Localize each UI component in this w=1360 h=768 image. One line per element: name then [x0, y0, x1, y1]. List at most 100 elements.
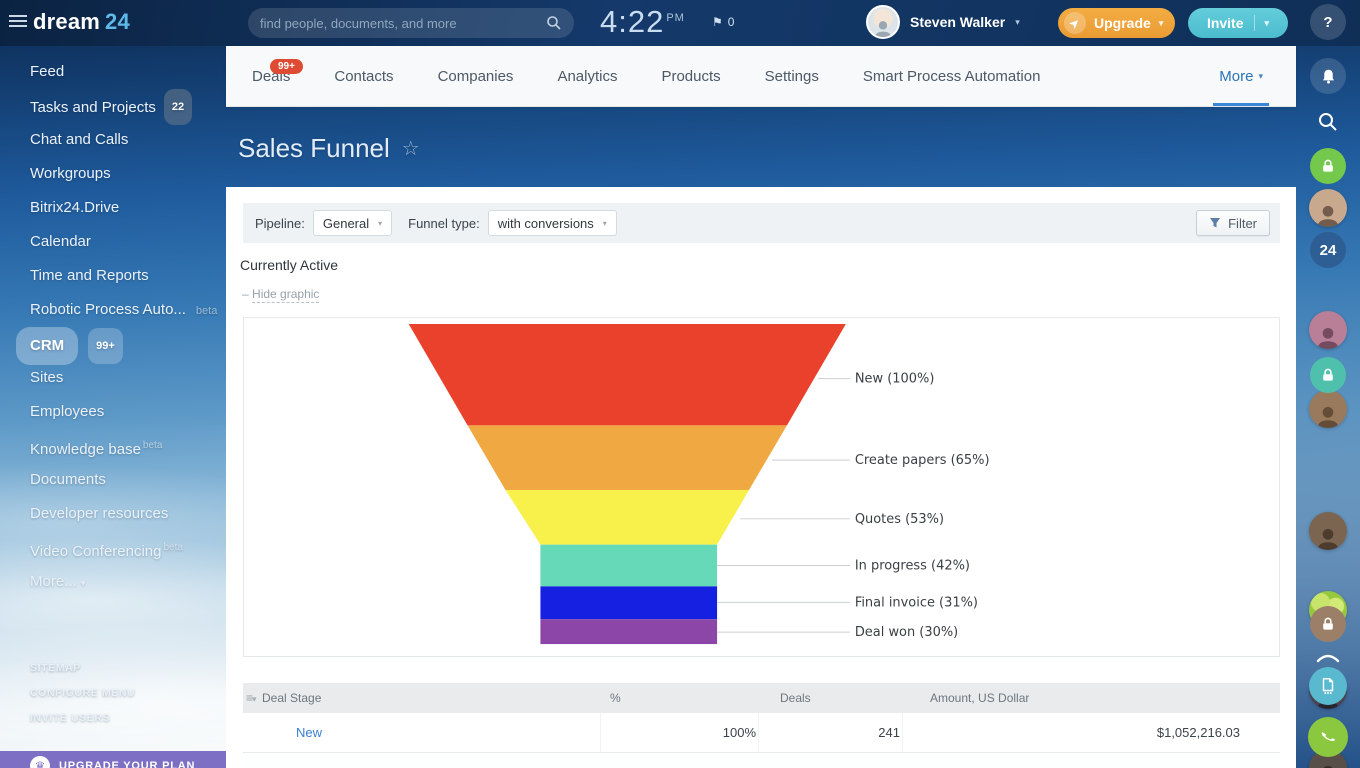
- avatar[interactable]: [1309, 512, 1347, 550]
- sidebar-item-knowledge-base[interactable]: Knowledge basebeta: [30, 429, 226, 463]
- hamburger-menu-icon[interactable]: [9, 15, 27, 29]
- search-rail-icon[interactable]: [1317, 111, 1339, 133]
- sidebar-item-tasks[interactable]: Tasks and Projects22: [30, 89, 226, 123]
- chevron-down-icon: ▾: [81, 578, 86, 588]
- user-avatar[interactable]: [866, 5, 900, 39]
- sidebar-item-time-reports[interactable]: Time and Reports: [30, 259, 226, 293]
- table-settings-icon[interactable]: ≡▾: [243, 691, 260, 705]
- clock[interactable]: 4:22PM: [600, 4, 685, 40]
- collapse-chevron-icon[interactable]: [1316, 653, 1340, 663]
- logo-text: dream: [33, 9, 100, 34]
- funnel-label-in-progress: In progress (42%): [855, 559, 970, 574]
- sidebar-item-feed[interactable]: Feed: [30, 55, 226, 89]
- funnel-type-select[interactable]: with conversions ▾: [488, 210, 617, 236]
- sidebar-item-video-conferencing[interactable]: Video Conferencingbeta: [30, 531, 226, 565]
- tab-deals[interactable]: 99+Deals: [252, 46, 290, 106]
- funnel-stage-final-invoice[interactable]: [540, 586, 717, 619]
- lock-icon[interactable]: [1310, 606, 1346, 642]
- invite-users-link[interactable]: INVITE USERS: [30, 712, 135, 724]
- tab-companies[interactable]: Companies: [438, 46, 514, 106]
- tab-smart-process-automation[interactable]: Smart Process Automation: [863, 46, 1041, 106]
- flag-counter[interactable]: ⚑0: [712, 15, 734, 29]
- upgrade-button[interactable]: ➤ Upgrade ▾: [1058, 8, 1175, 38]
- search-icon[interactable]: [546, 15, 562, 31]
- sitemap-link[interactable]: SITEMAP: [30, 662, 135, 674]
- sidebar-item-chat[interactable]: Chat and Calls: [30, 123, 226, 157]
- favorite-star-icon[interactable]: ☆: [402, 136, 420, 161]
- funnel-label-final-invoice: Final invoice (31%): [855, 595, 978, 610]
- funnel-stage-in-progress[interactable]: [540, 545, 717, 587]
- funnel-type-label: Funnel type:: [408, 216, 480, 231]
- beta-tag: beta: [196, 305, 217, 317]
- lock-icon[interactable]: [1310, 357, 1346, 393]
- filter-button[interactable]: Filter: [1196, 210, 1270, 236]
- avatar[interactable]: [1309, 390, 1347, 428]
- divider: [1254, 15, 1255, 31]
- col-header-deal-stage[interactable]: Deal Stage: [260, 691, 600, 705]
- hide-graphic-link[interactable]: – Hide graphic: [242, 287, 319, 301]
- sidebar-menu: Feed Tasks and Projects22 Chat and Calls…: [0, 46, 226, 599]
- notifications-bell-icon[interactable]: [1310, 58, 1346, 94]
- funnel-stage-deal-won[interactable]: [540, 619, 717, 644]
- upgrade-plan-bar[interactable]: ♛ UPGRADE YOUR PLAN: [0, 751, 226, 768]
- chevron-down-icon: ▾: [1159, 18, 1164, 29]
- document-export-icon[interactable]: [1309, 667, 1347, 705]
- col-header-percent[interactable]: %: [600, 691, 758, 705]
- sidebar-item-developer-resources[interactable]: Developer resources: [30, 497, 226, 531]
- sidebar-item-sites[interactable]: Sites: [30, 361, 226, 395]
- sales-funnel-chart: New (100%) Create papers (65%) Quotes (5…: [243, 317, 1280, 657]
- col-header-amount[interactable]: Amount, US Dollar: [902, 691, 1280, 705]
- funnel-stage-quotes[interactable]: [505, 490, 749, 545]
- chevron-down-icon: ▾: [1258, 71, 1263, 82]
- deals-cell: 241: [758, 713, 902, 752]
- search-input[interactable]: [260, 16, 546, 31]
- tab-contacts[interactable]: Contacts: [334, 46, 393, 106]
- sidebar-footer: SITEMAP CONFIGURE MENU INVITE USERS: [30, 662, 135, 737]
- sidebar-item-documents[interactable]: Documents: [30, 463, 226, 497]
- col-header-deals[interactable]: Deals: [758, 691, 902, 705]
- section-heading: Currently Active: [240, 257, 338, 273]
- crm-active-pill: CRM: [16, 327, 78, 365]
- table-row: New 100% 241 $1,052,216.03: [243, 713, 1280, 753]
- avatar[interactable]: [1309, 189, 1347, 227]
- amount-cell: $1,052,216.03: [902, 713, 1280, 752]
- table-header: ≡▾ Deal Stage % Deals Amount, US Dollar: [243, 683, 1280, 713]
- chevron-down-icon: ▾: [378, 219, 382, 228]
- lock-icon[interactable]: [1310, 148, 1346, 184]
- global-search[interactable]: [248, 8, 574, 38]
- flag-count: 0: [728, 15, 735, 29]
- topbar: dream24 4:22PM ⚑0 Steven Walker ▾ ➤ Upgr…: [0, 0, 1360, 46]
- pipeline-select[interactable]: General ▾: [313, 210, 392, 236]
- bitrix24-badge[interactable]: 24: [1310, 232, 1346, 268]
- main-content: Sales Funnel ☆ Pipeline: General ▾ Funne…: [226, 107, 1296, 768]
- configure-menu-link[interactable]: CONFIGURE MENU: [30, 687, 135, 699]
- help-button[interactable]: ?: [1310, 4, 1346, 40]
- tab-more[interactable]: More▾: [1219, 46, 1263, 106]
- tab-settings[interactable]: Settings: [765, 46, 819, 106]
- tab-products[interactable]: Products: [661, 46, 720, 106]
- funnel-stage-create-papers[interactable]: [468, 425, 787, 490]
- tab-analytics[interactable]: Analytics: [557, 46, 617, 106]
- sidebar-item-employees[interactable]: Employees: [30, 395, 226, 429]
- avatar[interactable]: [1309, 311, 1347, 349]
- sidebar-item-workgroups[interactable]: Workgroups: [30, 157, 226, 191]
- filter-bar: Pipeline: General ▾ Funnel type: with co…: [243, 203, 1280, 243]
- funnel-label-create-papers: Create papers (65%): [855, 453, 990, 468]
- deals-count-badge: 99+: [270, 59, 303, 74]
- sidebar-item-crm[interactable]: CRM99+: [30, 327, 226, 361]
- sidebar-item-drive[interactable]: Bitrix24.Drive: [30, 191, 226, 225]
- crown-icon: ♛: [30, 756, 50, 768]
- deal-stage-link[interactable]: New: [260, 725, 600, 740]
- app-logo[interactable]: dream24: [33, 9, 130, 35]
- beta-tag: beta: [163, 542, 182, 553]
- flag-icon: ⚑: [712, 15, 723, 29]
- user-menu[interactable]: Steven Walker ▾: [866, 5, 1020, 39]
- sidebar-item-calendar[interactable]: Calendar: [30, 225, 226, 259]
- logo-suffix: 24: [105, 9, 130, 34]
- funnel-stage-new[interactable]: [409, 324, 846, 425]
- sidebar-item-more[interactable]: More... ▾: [30, 565, 226, 599]
- sidebar-item-rpa[interactable]: Robotic Process Auto...beta: [30, 293, 226, 327]
- phone-icon[interactable]: [1308, 717, 1348, 757]
- invite-button[interactable]: Invite ▾: [1188, 8, 1288, 38]
- chevron-down-icon: ▾: [1265, 18, 1270, 29]
